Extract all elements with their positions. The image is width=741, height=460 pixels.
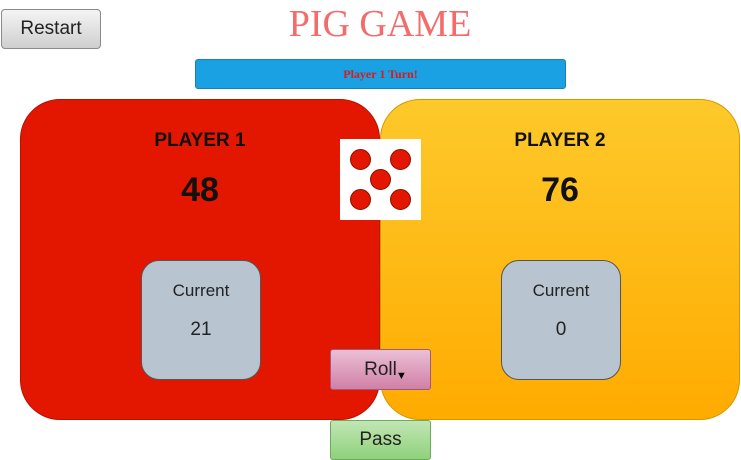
roll-button[interactable]: Roll <box>330 349 431 390</box>
player-1-panel: PLAYER 1 48 Current 21 <box>20 99 380 420</box>
mouse-cursor-icon: ▼ <box>396 370 407 382</box>
player-2-current-value: 0 <box>555 319 567 340</box>
player-1-score: 48 <box>181 171 219 209</box>
dice-pip <box>350 149 371 170</box>
player-2-current-label: Current <box>532 281 590 300</box>
turn-message: Player 1 Turn! <box>343 66 418 81</box>
turn-banner: Player 1 Turn! <box>195 59 566 89</box>
dice-pip <box>390 189 411 210</box>
player-1-current-box: Current 21 <box>141 260 261 380</box>
player-2-panel: PLAYER 2 76 Current 0 <box>380 99 740 420</box>
player-1-current-label: Current <box>172 281 230 300</box>
dice-pip <box>350 189 371 210</box>
dice-face-five <box>340 139 421 220</box>
dice-pip <box>370 169 391 190</box>
player-2-score: 76 <box>541 171 579 209</box>
player-1-current-value: 21 <box>190 319 212 340</box>
game-title: PIG GAME <box>288 3 472 45</box>
player-1-name: PLAYER 1 <box>154 130 246 151</box>
player-2-name: PLAYER 2 <box>514 130 606 151</box>
player-2-current-box: Current 0 <box>501 260 621 380</box>
dice-pip <box>390 149 411 170</box>
pass-button[interactable]: Pass <box>330 420 431 460</box>
